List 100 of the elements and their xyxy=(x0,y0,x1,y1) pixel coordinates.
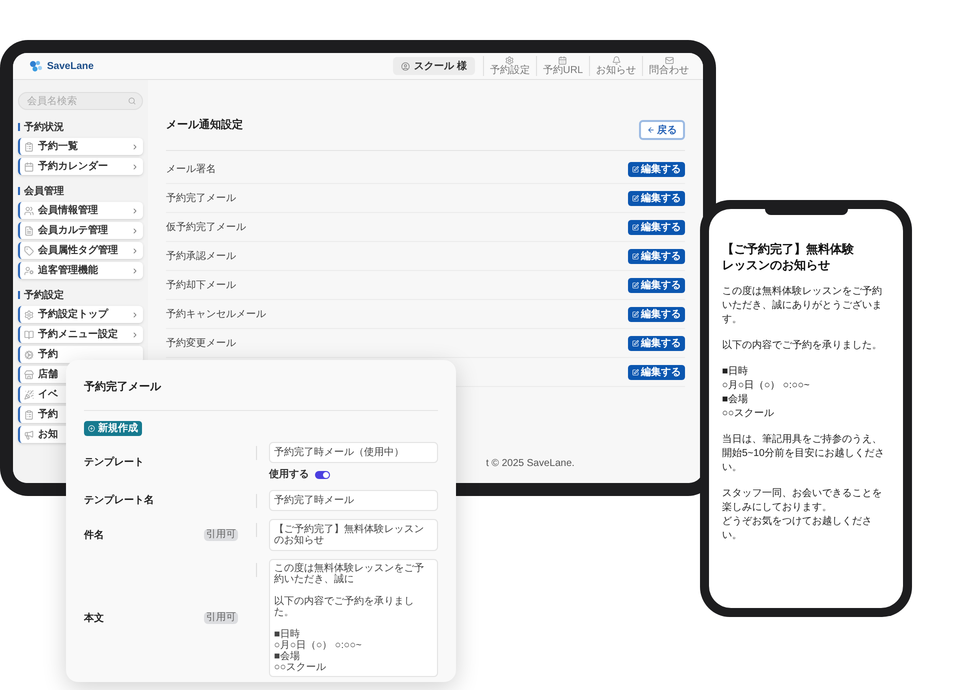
email-text-line: ■日時 xyxy=(722,365,750,379)
body-text-line: ○月○日（○） ○:○○~ xyxy=(274,640,363,651)
toggle-label: 使用する xyxy=(269,468,309,482)
edit-button[interactable]: 編集する xyxy=(628,364,685,380)
edit-button[interactable]: 編集する xyxy=(628,278,685,292)
mail-type-label: 予約変更メール xyxy=(166,336,236,350)
sidebar-item-label: 追客管理機能 xyxy=(38,263,98,278)
sidebar-item-label: 会員属性タグ管理 xyxy=(38,244,118,258)
field-label: 件名 xyxy=(84,528,105,542)
megaphone-icon xyxy=(24,430,34,440)
pencil-icon xyxy=(632,224,639,230)
store-icon xyxy=(24,370,34,380)
edit-button[interactable]: 編集する xyxy=(628,190,685,206)
arrow-left-icon xyxy=(647,126,655,134)
pencil-icon xyxy=(632,310,639,318)
calendar-icon xyxy=(558,56,568,65)
search-field[interactable]: 会員名検索 xyxy=(18,92,143,110)
sidebar-section-title: 会員管理 xyxy=(24,184,64,198)
mail-type-label: メール署名 xyxy=(166,162,216,176)
calendar-icon xyxy=(24,162,34,172)
input-field[interactable]: 予約完了時メール xyxy=(269,490,438,511)
sidebar-item-label: イベ xyxy=(38,388,58,402)
email-text-line: ○○スクール xyxy=(722,407,776,421)
email-text-line: どうぞお気をつけてお越しください。 xyxy=(722,515,873,543)
tag-icon xyxy=(24,246,34,256)
body-text-line: 以下の内容でご予約を承りました。 xyxy=(274,596,415,618)
sidebar-item[interactable]: 予約一覧 xyxy=(18,138,143,155)
gears-icon xyxy=(24,350,34,360)
mail-type-label: 仮予約完了メール xyxy=(166,220,246,234)
clipboard-icon xyxy=(24,410,34,420)
gear-icon xyxy=(505,56,514,65)
email-text-line: 以下の内容でご予約を承りました。 xyxy=(722,339,883,353)
email-text-line: スタッフ一同、お会いできることを楽しみにしております。 xyxy=(722,487,883,515)
header-nav-item[interactable]: 予約設定 xyxy=(482,56,536,76)
sidebar-item-label: 会員情報管理 xyxy=(38,204,98,218)
header-nav-item[interactable]: 予約URL xyxy=(536,56,589,76)
envelope-icon xyxy=(664,56,674,65)
sidebar-item[interactable]: 会員カルテ管理 xyxy=(18,222,143,239)
logo-text: SaveLane xyxy=(47,60,94,74)
edit-button[interactable]: 編集する xyxy=(628,306,685,322)
sidebar-item-label: 予約メニュー設定 xyxy=(38,327,118,342)
user-icon xyxy=(401,62,410,70)
copyright-text: t © 2025 SaveLane. xyxy=(486,457,575,471)
sidebar-item[interactable]: 予約メニュー設定 xyxy=(18,326,143,343)
back-button[interactable]: 戻る xyxy=(639,120,685,140)
logo-icon xyxy=(29,60,43,72)
email-text-line: ■会場 xyxy=(722,393,750,407)
sidebar-item-label: 会員カルテ管理 xyxy=(38,224,108,238)
field-label: テンプレート xyxy=(84,455,145,470)
body-text-line: ○○スクール xyxy=(274,662,328,673)
sidebar-item-label: 予約設定トップ xyxy=(38,307,108,322)
body-textarea[interactable]: この度は無料体験レッスンをご予約いただき、誠に 以下の内容でご予約を承りました。 ■日時 ○月○日（○） ○:○○~ ■会場 ○○スクール xyxy=(269,559,438,677)
input-field[interactable]: 予約完了時メール（使用中） xyxy=(269,442,438,463)
pencil-icon xyxy=(632,166,639,172)
pencil-icon xyxy=(632,340,639,346)
field-label: 本文 xyxy=(84,612,105,626)
pencil-icon xyxy=(632,368,639,376)
plus-icon xyxy=(88,425,95,432)
mail-type-label: 予約承認メール xyxy=(166,250,236,264)
sidebar-item[interactable]: 会員属性タグ管理 xyxy=(18,242,143,259)
pencil-icon xyxy=(632,252,639,260)
sidebar-item-label: 予約 xyxy=(38,408,58,422)
sidebar-section-title: 予約状況 xyxy=(24,120,64,134)
edit-button[interactable]: 編集する xyxy=(628,162,685,176)
header-nav-item[interactable]: お知らせ xyxy=(589,56,642,76)
sidebar-item-label: 予約一覧 xyxy=(38,140,78,154)
book-icon xyxy=(24,330,34,340)
sidebar-item[interactable]: 会員情報管理 xyxy=(18,202,143,219)
sidebar-item-label: 予約カレンダー xyxy=(38,160,108,174)
user-button[interactable]: スクール 様 xyxy=(393,57,475,75)
body-text-line: ■日時 xyxy=(274,629,302,640)
page-title: メール通知設定 xyxy=(166,118,243,133)
header-nav-item[interactable]: 問合わせ xyxy=(642,56,695,76)
input-field[interactable]: 【ご予約完了】無料体験レッスンのお知らせ xyxy=(269,519,438,551)
sidebar-item[interactable]: 予約カレンダー xyxy=(18,158,143,175)
email-subject-line: 【ご予約完了】無料体験 xyxy=(722,241,855,257)
new-button[interactable]: 新規作成 xyxy=(84,421,142,436)
bell-icon xyxy=(612,56,620,65)
edit-button[interactable]: 編集する xyxy=(628,220,685,234)
sidebar-item[interactable]: 追客管理機能 xyxy=(18,262,143,279)
sidebar-item-label: お知 xyxy=(38,428,58,442)
pencil-icon xyxy=(632,282,639,288)
sidebar-section-title: 予約設定 xyxy=(24,288,64,302)
search-icon xyxy=(128,97,136,105)
email-text-line: ○月○日（○） ○:○○~ xyxy=(722,379,811,393)
sidebar-item-label: 予約 xyxy=(38,348,58,362)
toggle-switch[interactable] xyxy=(315,470,330,478)
mail-type-label: 予約却下メール xyxy=(166,278,236,292)
quote-tag: 引用可 xyxy=(204,529,238,541)
sidebar-item[interactable]: 予約 xyxy=(18,346,143,363)
edit-button[interactable]: 編集する xyxy=(628,248,685,264)
pencil-icon xyxy=(632,194,639,202)
email-subject-line: レッスンのお知らせ xyxy=(722,257,831,273)
email-text-line: 当日は、筆記用具をご持参のうえ、開始5~10分前を目安にお越しください。 xyxy=(722,433,886,475)
edit-button[interactable]: 編集する xyxy=(628,336,685,350)
sidebar-item-label: 店舗 xyxy=(38,367,58,382)
clipboard-icon xyxy=(24,142,34,152)
body-text-line: この度は無料体験レッスンをご予約いただき、誠に xyxy=(274,563,425,585)
sidebar-item[interactable]: 予約設定トップ xyxy=(18,306,143,323)
mail-type-label: 予約完了メール xyxy=(166,192,236,206)
